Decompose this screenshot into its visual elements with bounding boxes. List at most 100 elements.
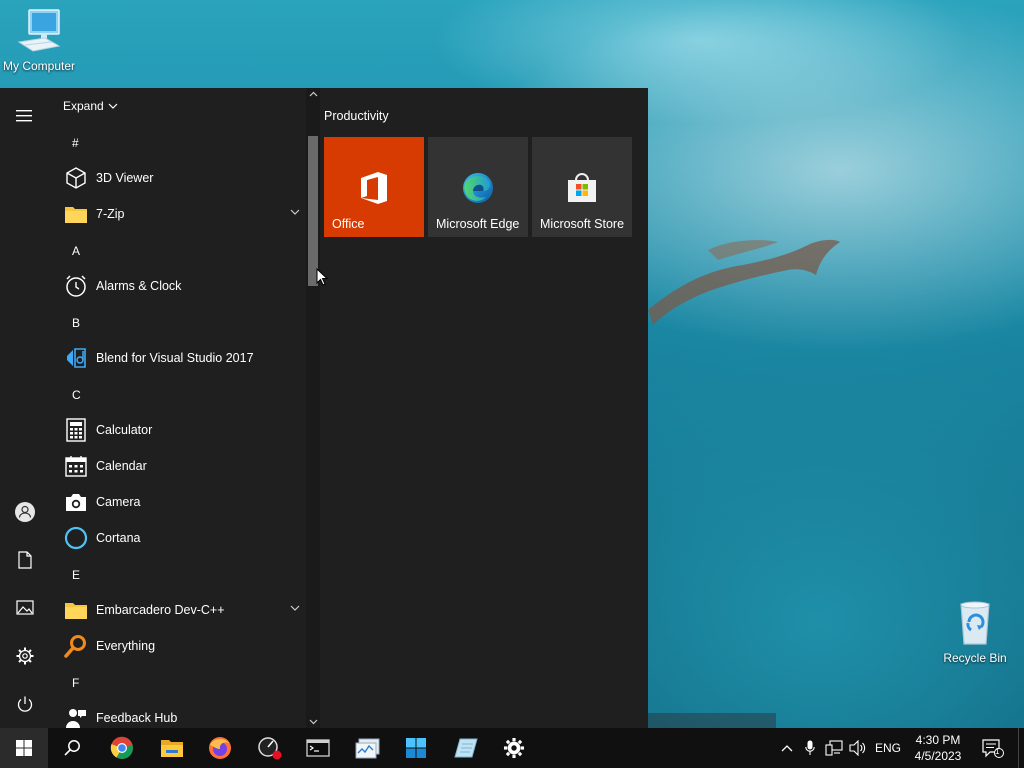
tile-label: Microsoft Store	[540, 217, 625, 231]
hamburger-menu-button[interactable]	[0, 94, 50, 138]
action-center-button[interactable]: 1	[978, 728, 1008, 768]
app-label: Camera	[96, 495, 141, 509]
chevron-down-icon	[290, 605, 300, 611]
microphone-tray-button[interactable]	[800, 728, 820, 768]
app-item-alarms-clock[interactable]: Alarms & Clock	[50, 268, 306, 304]
section-header-b[interactable]: B	[72, 316, 80, 332]
hamburger-icon	[16, 110, 32, 122]
section-header-label: F	[72, 676, 80, 690]
taskbar-app-gauge[interactable]	[246, 728, 294, 768]
language-label: ENG	[874, 741, 901, 755]
background-window-edge	[648, 713, 776, 728]
documents-button[interactable]	[0, 538, 50, 582]
calculator-icon	[66, 418, 86, 442]
chevron-up-icon	[781, 745, 793, 752]
app-item-7zip[interactable]: 7-Zip	[50, 196, 306, 232]
app-label: Calendar	[96, 459, 147, 473]
scroll-down-button[interactable]	[306, 716, 320, 728]
taskbar-file-explorer[interactable]	[148, 728, 196, 768]
search-button[interactable]	[48, 728, 96, 768]
section-header-a[interactable]: A	[72, 244, 80, 260]
app-item-calendar[interactable]: Calendar	[50, 448, 306, 484]
user-icon	[15, 502, 35, 522]
search-icon	[64, 740, 80, 756]
wallpaper-swimmer	[648, 239, 840, 325]
section-header-c[interactable]: C	[72, 388, 81, 404]
section-header-label: E	[72, 568, 81, 582]
folder-icon	[65, 207, 87, 223]
gauge-icon	[258, 737, 282, 760]
app-item-blend[interactable]: Blend for Visual Studio 2017	[50, 340, 306, 376]
tile-office[interactable]: Office	[324, 137, 424, 237]
desktop-icon-label: My Computer	[2, 59, 76, 73]
firefox-icon	[209, 737, 231, 759]
section-header-e[interactable]: E	[72, 568, 80, 584]
chevron-down-icon	[108, 103, 118, 109]
app-item-feedback-hub[interactable]: Feedback Hub	[50, 700, 306, 728]
tile-label: Microsoft Edge	[436, 217, 520, 231]
feedback-icon	[66, 709, 86, 728]
taskbar-notepad[interactable]	[442, 728, 490, 768]
taskbar-task-manager[interactable]	[344, 728, 392, 768]
tile-group-title[interactable]: Productivity	[324, 109, 389, 123]
show-desktop-button[interactable]	[1018, 728, 1024, 768]
desktop-icon-my-computer[interactable]: My Computer	[0, 8, 81, 73]
chevron-down-icon	[290, 209, 300, 215]
scrollbar-thumb[interactable]	[308, 136, 318, 286]
app-item-embarcadero[interactable]: Embarcadero Dev-C++	[50, 592, 306, 628]
network-tray-button[interactable]	[822, 728, 846, 768]
app-label: Cortana	[96, 531, 141, 545]
desktop-icon-recycle-bin[interactable]: Recycle Bin	[933, 600, 1017, 665]
gear-icon	[16, 647, 34, 665]
show-hidden-icons-button[interactable]	[776, 728, 798, 768]
taskbar: ENG 4:30 PM 4/5/2023 1	[0, 728, 1024, 768]
app-label: Alarms & Clock	[96, 279, 182, 293]
app-label: Feedback Hub	[96, 711, 178, 725]
power-button[interactable]	[0, 682, 50, 726]
app-item-3d-viewer[interactable]: 3D Viewer	[50, 160, 306, 196]
calendar-icon	[65, 456, 87, 477]
tile-microsoft-edge[interactable]: Microsoft Edge	[428, 137, 528, 237]
power-icon	[17, 696, 33, 712]
start-button[interactable]	[0, 728, 48, 768]
taskbar-windows-app[interactable]	[392, 728, 440, 768]
taskbar-firefox[interactable]	[196, 728, 244, 768]
blend-icon	[67, 348, 86, 368]
file-explorer-icon	[161, 740, 183, 757]
app-label: Embarcadero Dev-C++	[96, 603, 225, 617]
taskbar-terminal[interactable]	[294, 728, 342, 768]
app-item-cortana[interactable]: Cortana	[50, 520, 306, 556]
expand-button[interactable]: Expand	[63, 98, 118, 114]
section-header-hash[interactable]: #	[72, 136, 79, 152]
app-list: Expand # 3D Viewer 7-Zip A Alarms & Cloc…	[50, 88, 306, 728]
input-language-button[interactable]: ENG	[872, 728, 904, 768]
computer-icon	[17, 9, 61, 52]
document-icon	[18, 551, 32, 569]
app-item-calculator[interactable]: Calculator	[50, 412, 306, 448]
chrome-icon	[110, 736, 133, 759]
app-item-everything[interactable]: Everything	[50, 628, 306, 664]
user-account-button[interactable]	[0, 490, 50, 534]
speaker-icon	[849, 740, 866, 756]
section-header-label: A	[72, 244, 81, 258]
pictures-button[interactable]	[0, 586, 50, 630]
scroll-up-button[interactable]	[306, 88, 320, 100]
windows-logo-icon	[16, 740, 32, 756]
taskbar-settings[interactable]	[490, 728, 538, 768]
clock-time: 4:30 PM	[915, 733, 961, 747]
volume-tray-button[interactable]	[846, 728, 870, 768]
taskbar-chrome[interactable]	[98, 728, 146, 768]
tile-label: Office	[332, 217, 365, 231]
settings-button[interactable]	[0, 634, 50, 678]
alarm-clock-icon	[66, 275, 86, 297]
app-item-camera[interactable]: Camera	[50, 484, 306, 520]
chevron-down-icon	[309, 719, 317, 725]
tiles-area: Productivity Office Microsoft Edge Micro…	[320, 88, 648, 728]
start-menu: Expand # 3D Viewer 7-Zip A Alarms & Cloc…	[0, 88, 648, 728]
tile-microsoft-store[interactable]: Microsoft Store	[532, 137, 632, 237]
taskbar-clock[interactable]: 4:30 PM 4/5/2023	[904, 732, 972, 764]
app-list-scrollbar[interactable]	[306, 88, 320, 728]
desktop-icon-label: Recycle Bin	[943, 651, 1007, 665]
notification-count-badge: 1	[995, 747, 1000, 756]
section-header-f[interactable]: F	[72, 676, 79, 692]
